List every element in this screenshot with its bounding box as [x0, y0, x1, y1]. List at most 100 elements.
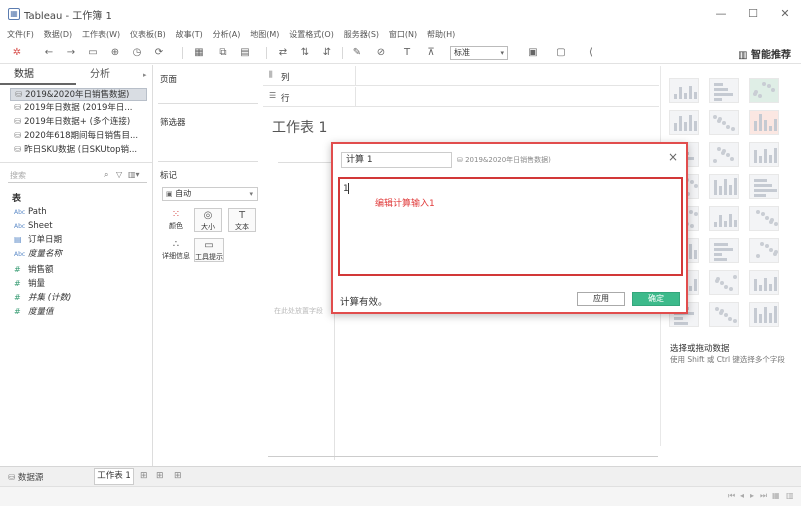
field-measure-values[interactable]: # 度量值 [14, 306, 54, 318]
menu-worksheet[interactable]: 工作表(W) [82, 28, 120, 42]
minimize-button[interactable]: — [706, 4, 736, 24]
undo-icon[interactable]: ← [42, 46, 56, 60]
field-order-date[interactable]: ▤ 订单日期 [14, 234, 62, 246]
refresh-icon[interactable]: ⟳ [152, 46, 166, 60]
search-icon[interactable]: ⌕ [104, 170, 108, 180]
datasource-item[interactable]: ⛁ 2020年618期间每日销售目... [10, 130, 147, 143]
chart-type-thumbnail[interactable] [709, 110, 739, 135]
highlight-icon[interactable]: ✎ [350, 46, 364, 60]
first-sheet-icon[interactable]: ⏮ [728, 491, 735, 501]
next-sheet-icon[interactable]: ▸ [750, 491, 754, 500]
tooltip-mark-button[interactable]: ▭ 工具提示 [194, 238, 224, 262]
field-search[interactable]: 搜索 ⌕ ▽ ▥▾ [8, 169, 147, 183]
search-input[interactable]: 搜索 [10, 170, 26, 181]
menu-dashboard[interactable]: 仪表板(B) [130, 28, 166, 42]
chart-type-thumbnail[interactable] [749, 302, 779, 327]
filter-icon[interactable]: ▽ [116, 170, 122, 179]
menu-map[interactable]: 地图(M) [250, 28, 279, 42]
tab-analysis[interactable]: 分析 [76, 65, 153, 85]
text-mark-button[interactable]: T 文本 [228, 208, 256, 232]
sort-asc-icon[interactable]: ⇅ [298, 46, 312, 60]
menu-help[interactable]: 帮助(H) [427, 28, 455, 42]
close-dialog-button[interactable]: × [668, 150, 678, 164]
menu-analysis[interactable]: 分析(A) [213, 28, 241, 42]
chart-type-thumbnail[interactable] [749, 238, 779, 263]
datasource-item[interactable]: ⛁ 昨日SKU数据 (日SKUtop销... [10, 144, 147, 157]
sort-desc-icon[interactable]: ⇵ [320, 46, 334, 60]
size-mark-button[interactable]: ◎ 大小 [194, 208, 222, 232]
chart-type-thumbnail[interactable] [749, 206, 779, 231]
chart-type-thumbnail[interactable] [709, 206, 739, 231]
menu-file[interactable]: 文件(F) [7, 28, 34, 42]
chart-type-thumbnail[interactable] [709, 238, 739, 263]
tableau-logo-icon[interactable]: ✲ [10, 46, 24, 60]
view-options-icon[interactable]: ▥▾ [128, 170, 140, 179]
duplicate-sheet-icon[interactable]: ⧉ [216, 46, 230, 60]
chart-type-thumbnail[interactable] [749, 78, 779, 103]
rows-shelf[interactable]: ☰ 行 [263, 87, 659, 107]
menu-format[interactable]: 设置格式(O) [289, 28, 334, 42]
new-story-icon[interactable]: ⊞ [174, 471, 182, 481]
chart-type-thumbnail[interactable] [749, 142, 779, 167]
chart-type-thumbnail[interactable] [669, 78, 699, 103]
field-union-count[interactable]: # 并集 (计数) [14, 292, 71, 304]
labels-icon[interactable]: T [400, 46, 414, 60]
menu-window[interactable]: 窗口(N) [389, 28, 417, 42]
save-icon[interactable]: ▭ [86, 46, 100, 60]
datasource-item[interactable]: ⛁ 2019年日数据+ (多个连接) [10, 116, 147, 129]
field-sales[interactable]: # 销售额 [14, 264, 54, 276]
worksheet-title[interactable]: 工作表 1 [272, 117, 327, 137]
grid-view-icon[interactable]: ▦ [772, 491, 780, 500]
menu-server[interactable]: 服务器(S) [344, 28, 379, 42]
fit-select[interactable]: 标准 ▾ [450, 46, 508, 60]
chart-type-thumbnail[interactable] [749, 270, 779, 295]
chart-type-thumbnail[interactable] [709, 270, 739, 295]
color-mark-button[interactable]: ⁙ 颜色 [162, 208, 190, 232]
sheet-tab[interactable]: 工作表 1 [94, 468, 134, 485]
fix-axes-icon[interactable]: ⊼ [424, 46, 438, 60]
field-sheet[interactable]: Abc Sheet [14, 220, 53, 233]
smart-recommend-button[interactable]: ▥ 智能推荐 [738, 46, 791, 61]
ok-button[interactable]: 确定 [632, 292, 680, 306]
swap-icon[interactable]: ⇄ [276, 46, 290, 60]
new-dashboard-icon[interactable]: ⊞ [156, 471, 164, 481]
datasource-tab[interactable]: ⛁ 数据源 [8, 471, 43, 483]
new-datasource-icon[interactable]: ⊕ [108, 46, 122, 60]
share-icon[interactable]: ⟨ [584, 46, 598, 60]
new-worksheet-icon[interactable]: ⊞ [140, 471, 148, 481]
group-icon[interactable]: ⊘ [374, 46, 388, 60]
last-sheet-icon[interactable]: ⏭ [760, 491, 767, 501]
clear-sheet-icon[interactable]: ▤ [238, 46, 252, 60]
field-measure-names[interactable]: Abc 度量名称 [14, 248, 62, 261]
mark-type-select[interactable]: ▣ 自动 ▾ [162, 187, 258, 201]
show-cards-icon[interactable]: ▣ [526, 46, 540, 60]
prev-sheet-icon[interactable]: ◂ [740, 491, 744, 500]
redo-icon[interactable]: → [64, 46, 78, 60]
apply-button[interactable]: 应用 [577, 292, 625, 306]
maximize-button[interactable]: ☐ [738, 4, 768, 24]
datasource-item[interactable]: ⛁ 2019&2020年日销售数据) [10, 88, 147, 101]
columns-shelf[interactable]: ⫼ 列 [263, 66, 659, 86]
close-window-button[interactable]: ✕ [770, 4, 800, 24]
detail-mark-button[interactable]: ∴ 详细信息 [158, 238, 194, 262]
chart-type-thumbnail[interactable] [669, 110, 699, 135]
field-quantity[interactable]: # 销量 [14, 278, 45, 290]
presentation-icon[interactable]: ▢ [554, 46, 568, 60]
chart-type-thumbnail[interactable] [749, 174, 779, 199]
pause-updates-icon[interactable]: ◷ [130, 46, 144, 60]
tab-data[interactable]: 数据 [0, 65, 76, 85]
menu-story[interactable]: 故事(T) [176, 28, 203, 42]
field-path[interactable]: Abc Path [14, 206, 47, 219]
chart-type-thumbnail[interactable] [709, 78, 739, 103]
chart-type-thumbnail[interactable] [709, 302, 739, 327]
datasource-item[interactable]: ⛁ 2019年日数据 (2019年日... [10, 102, 147, 115]
minimize-pane-icon[interactable]: ▸ [143, 71, 147, 79]
calc-formula-editor[interactable]: 1 [338, 177, 683, 276]
new-worksheet-icon[interactable]: ▦ [192, 46, 206, 60]
menu-data[interactable]: 数据(D) [44, 28, 72, 42]
chart-type-thumbnail[interactable] [749, 110, 779, 135]
calc-name-input[interactable]: 计算 1 [341, 152, 452, 168]
filmstrip-view-icon[interactable]: ▥ [786, 491, 794, 500]
chart-type-thumbnail[interactable] [709, 174, 739, 199]
chart-type-thumbnail[interactable] [709, 142, 739, 167]
